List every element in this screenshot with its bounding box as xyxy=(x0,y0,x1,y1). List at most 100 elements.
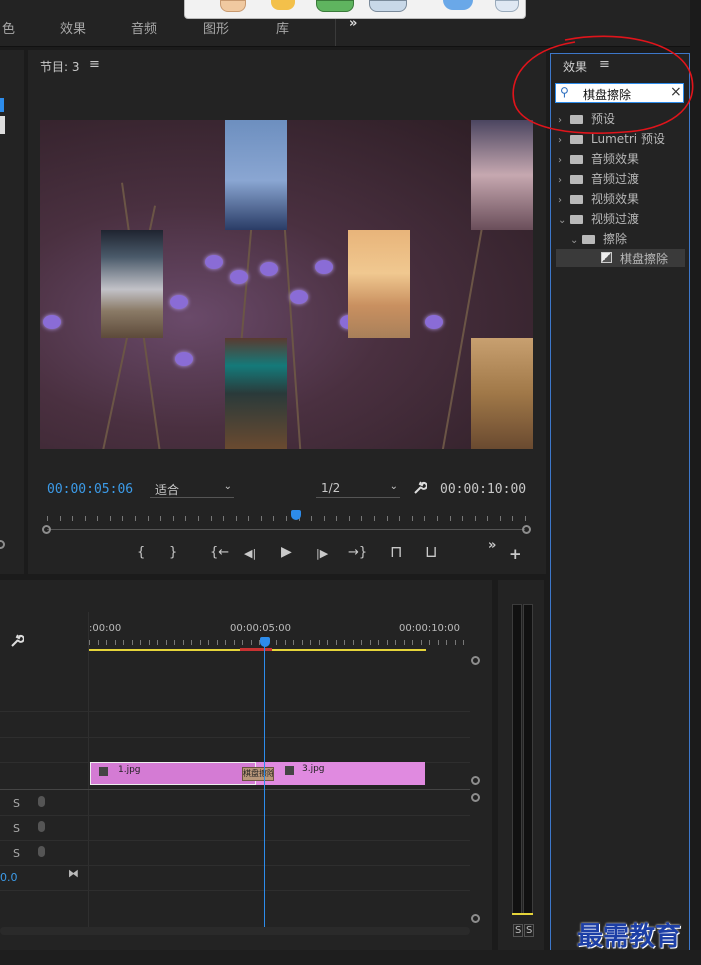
timeline-scroll-handle[interactable] xyxy=(471,793,480,802)
ruler-tick xyxy=(353,640,354,645)
help-icon[interactable] xyxy=(443,0,473,10)
effects-folder-video-effects[interactable]: › 视频效果 xyxy=(558,190,686,208)
resolution-select[interactable]: 1/2 ⌄ xyxy=(316,481,400,498)
checker-tile xyxy=(101,230,163,338)
meter-solo-left[interactable]: S xyxy=(513,924,524,937)
av-divider xyxy=(0,789,470,790)
ruler-tick xyxy=(251,640,252,645)
mark-in-button[interactable]: { xyxy=(137,545,145,560)
ruler-tick xyxy=(160,516,161,521)
program-monitor-title[interactable]: 节目: 3 xyxy=(40,58,80,75)
hand-icon[interactable] xyxy=(220,0,246,12)
solo-button[interactable]: S xyxy=(13,847,20,860)
zoom-icon[interactable] xyxy=(369,0,407,12)
screenshot-toolbar xyxy=(184,0,526,19)
ruler-tick xyxy=(446,640,447,645)
go-to-in-button[interactable]: {← xyxy=(210,545,229,560)
ruler-tick xyxy=(132,640,133,645)
monitor-playhead[interactable] xyxy=(290,510,301,520)
play-button[interactable]: ▶ xyxy=(281,544,292,560)
ruler-tick xyxy=(225,640,226,645)
checker-tile xyxy=(225,338,287,449)
solo-button[interactable]: S xyxy=(13,822,20,835)
ruler-tick xyxy=(327,640,328,645)
ruler-tick xyxy=(200,640,201,645)
extract-button[interactable]: ⊔ xyxy=(425,542,437,561)
pin-icon[interactable] xyxy=(495,0,519,12)
monitor-time-ruler[interactable] xyxy=(47,529,525,530)
scroll-handle[interactable] xyxy=(0,540,5,549)
ruler-tick xyxy=(336,516,337,521)
ruler-tick xyxy=(455,640,456,645)
scroll-end-handle[interactable] xyxy=(522,525,531,534)
effects-folder-audio-effects[interactable]: › 音频效果 xyxy=(558,150,686,168)
chevron-right-icon: › xyxy=(558,195,562,206)
folder-icon xyxy=(582,235,595,244)
settings-wrench-icon[interactable] xyxy=(413,481,428,495)
comment-icon[interactable] xyxy=(271,0,295,10)
go-to-out-button[interactable]: →} xyxy=(348,545,367,560)
meter-channel-left xyxy=(512,604,522,914)
effects-folder-audio-transitions[interactable]: › 音频过渡 xyxy=(558,170,686,188)
ruler-tick xyxy=(399,516,400,521)
ruler-tick xyxy=(462,516,463,521)
master-volume-value[interactable]: 0.0 xyxy=(0,871,18,884)
export-icon[interactable] xyxy=(316,0,354,12)
track-header-divider xyxy=(88,612,89,927)
ruler-tick xyxy=(85,516,86,521)
more-controls-icon[interactable]: » xyxy=(488,538,496,553)
step-forward-button[interactable]: |▶ xyxy=(316,547,328,560)
workspace-tab-graphics[interactable]: 图形 xyxy=(203,18,229,37)
solo-button[interactable]: S xyxy=(13,797,20,810)
effect-item-checker-wipe[interactable]: 棋盘擦除 xyxy=(556,249,685,267)
thumbnail-edge xyxy=(0,116,5,134)
timeline-playhead[interactable] xyxy=(260,637,270,647)
meter-level xyxy=(512,913,533,915)
transition-block[interactable]: 棋盘擦除 xyxy=(242,767,274,781)
workspace-tab-libraries[interactable]: 库 xyxy=(276,18,289,37)
ruler-tick xyxy=(185,516,186,521)
clip-label: 1.jpg xyxy=(118,765,141,775)
current-timecode[interactable]: 00:00:05:06 xyxy=(47,482,133,497)
timeline-scroll-handle[interactable] xyxy=(471,656,480,665)
ruler-tick xyxy=(110,516,111,521)
workspace-tab-effects[interactable]: 效果 xyxy=(60,18,86,37)
step-back-button[interactable]: ◀| xyxy=(244,547,256,560)
timeline-clip[interactable]: 3.jpg xyxy=(256,762,425,785)
chevron-down-icon: ⌄ xyxy=(570,235,579,246)
timeline-horizontal-scrollbar[interactable] xyxy=(0,927,470,935)
duration-timecode: 00:00:10:00 xyxy=(440,482,527,497)
ruler-tick xyxy=(236,516,237,521)
ruler-tick xyxy=(412,516,413,521)
workspace-tab-audio[interactable]: 音频 xyxy=(131,18,157,37)
ruler-tick xyxy=(149,640,150,645)
workspace-tab-color[interactable]: 色 xyxy=(2,18,15,37)
microphone-icon[interactable] xyxy=(38,846,45,857)
monitor-menu-icon[interactable]: ≡ xyxy=(89,57,100,72)
timeline-scroll-handle[interactable] xyxy=(471,776,480,785)
timeline-scroll-handle[interactable] xyxy=(471,914,480,923)
scroll-start-handle[interactable] xyxy=(42,525,51,534)
ruler-tick xyxy=(106,640,107,645)
ruler-tick xyxy=(166,640,167,645)
microphone-icon[interactable] xyxy=(38,796,45,807)
effects-folder-video-transitions[interactable]: ⌄ 视频过渡 xyxy=(558,210,686,228)
ruler-tick xyxy=(424,516,425,521)
ruler-tick xyxy=(311,516,312,521)
button-editor-add-icon[interactable]: + xyxy=(509,545,522,563)
fx-badge-icon xyxy=(99,767,108,776)
timeline-settings-wrench-icon[interactable] xyxy=(10,634,25,648)
ruler-tick xyxy=(336,640,337,645)
microphone-icon[interactable] xyxy=(38,821,45,832)
monitor-ruler-ticks xyxy=(47,516,526,522)
timeline-clip[interactable]: 1.jpg xyxy=(90,762,256,785)
mark-out-button[interactable]: } xyxy=(169,545,177,560)
ruler-tick xyxy=(174,640,175,645)
ruler-tick xyxy=(72,516,73,521)
zoom-select[interactable]: 适合 ⌄ xyxy=(150,481,234,498)
lift-button[interactable]: ⊓ xyxy=(390,542,402,561)
ruler-tick xyxy=(293,640,294,645)
effects-folder-wipe[interactable]: ⌄ 擦除 xyxy=(570,230,686,248)
master-track-icon[interactable]: ⧓ xyxy=(68,867,79,880)
meter-solo-right[interactable]: S xyxy=(524,924,535,937)
